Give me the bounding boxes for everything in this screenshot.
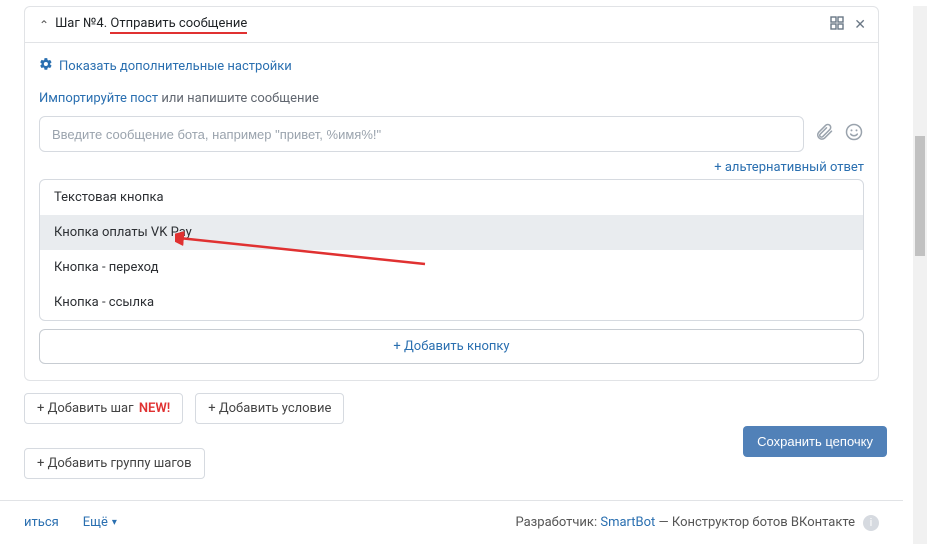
import-hint: Импортируйте пост или напишите сообщение bbox=[39, 91, 864, 106]
dropdown-item-transition-button[interactable]: Кнопка - переход bbox=[40, 250, 863, 285]
import-post-link[interactable]: Импортируйте пост bbox=[39, 91, 158, 106]
chevron-up-icon: ⌃ bbox=[39, 18, 49, 32]
show-advanced-settings-link[interactable]: Показать дополнительные настройки bbox=[39, 57, 864, 75]
more-menu[interactable]: Ещё ▾ bbox=[83, 515, 117, 530]
emoji-icon[interactable] bbox=[844, 122, 864, 147]
save-chain-button[interactable]: Сохранить цепочку bbox=[743, 426, 887, 457]
alternative-answer-link[interactable]: + альтернативный ответ bbox=[39, 160, 864, 175]
show-advanced-settings-label: Показать дополнительные настройки bbox=[59, 59, 292, 74]
button-type-dropdown: Текстовая кнопка Кнопка оплаты VK Pay Кн… bbox=[39, 179, 864, 321]
step-card: ⌃ Шаг №4. Отправить сообщение ✕ Показать… bbox=[24, 6, 879, 381]
dropdown-item-vkpay-button[interactable]: Кнопка оплаты VK Pay bbox=[40, 215, 863, 250]
step-title: Шаг №4. Отправить сообщение bbox=[55, 16, 247, 34]
bot-message-input[interactable] bbox=[39, 116, 804, 152]
add-button[interactable]: + Добавить кнопку bbox=[39, 329, 864, 364]
developer-link[interactable]: SmartBot bbox=[600, 515, 655, 530]
add-condition-button[interactable]: + Добавить условие bbox=[195, 393, 344, 424]
scrollbar-thumb[interactable] bbox=[915, 136, 925, 256]
close-icon[interactable]: ✕ bbox=[854, 17, 866, 33]
scrollbar-track[interactable] bbox=[913, 6, 927, 544]
step-header[interactable]: ⌃ Шаг №4. Отправить сообщение ✕ bbox=[25, 7, 878, 43]
grid-icon[interactable] bbox=[830, 16, 844, 34]
attach-icon[interactable] bbox=[814, 122, 834, 147]
chevron-down-icon: ▾ bbox=[112, 517, 117, 528]
share-link-fragment[interactable]: иться bbox=[24, 515, 59, 530]
add-step-button[interactable]: + Добавить шаг NEW! bbox=[24, 393, 183, 424]
developer-credit: Разработчик: SmartBot — Конструктор бото… bbox=[515, 515, 855, 530]
info-icon[interactable]: i bbox=[863, 515, 879, 531]
footer-bar: иться Ещё ▾ Разработчик: SmartBot — Конс… bbox=[0, 500, 903, 544]
add-step-group-button[interactable]: + Добавить группу шагов bbox=[24, 448, 205, 479]
dropdown-item-text-button[interactable]: Текстовая кнопка bbox=[40, 180, 863, 215]
dropdown-item-link-button[interactable]: Кнопка - ссылка bbox=[40, 285, 863, 320]
gear-icon bbox=[39, 57, 53, 75]
